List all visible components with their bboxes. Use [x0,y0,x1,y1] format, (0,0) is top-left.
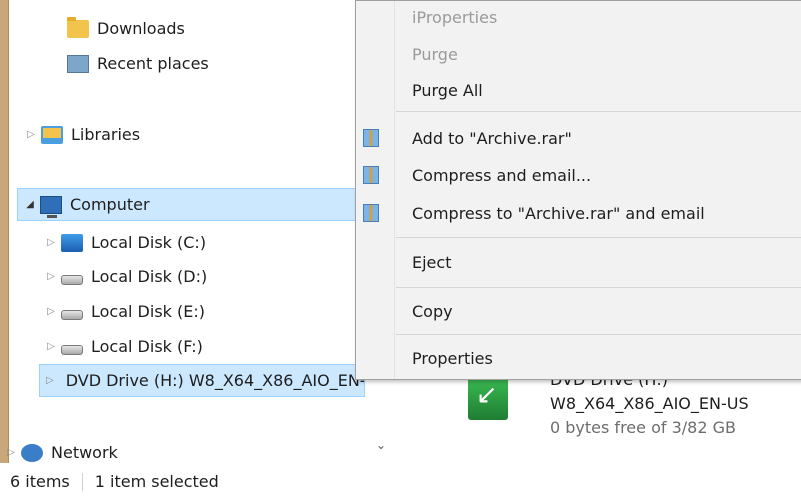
network-icon [21,443,43,462]
status-selection-count: 1 item selected [94,472,219,491]
menu-item-label: Compress to "Archive.rar" and email [412,203,705,223]
menu-separator [396,287,801,288]
context-menu: iProperties Purge Purge All Add to "Arch… [355,0,801,380]
hard-drive-icon [61,344,83,355]
menu-item-label: Purge All [412,80,483,100]
menu-item-purge[interactable]: Purge [412,38,458,70]
menu-separator [396,111,801,112]
nav-item-recent-places[interactable]: Recent places [67,47,209,80]
menu-item-iproperties[interactable]: iProperties [412,1,497,33]
hard-drive-icon [61,309,83,320]
menu-item-label: Add to "Archive.rar" [412,128,572,148]
menu-item-properties[interactable]: Properties [412,342,493,374]
nav-item-label: Libraries [71,125,141,144]
expand-chevron-icon[interactable]: ▷ [45,341,57,352]
expand-chevron-icon[interactable]: ▷ [45,237,57,248]
menu-item-label: Properties [412,348,493,368]
windows-drive-icon [61,233,83,252]
nav-item-local-disk-f[interactable]: ▷ Local Disk (F:) [45,330,203,363]
nav-item-label: Local Disk (C:) [91,233,207,252]
scroll-down-arrow-icon[interactable]: ⌄ [376,438,386,452]
menu-item-label: Purge [412,44,458,64]
computer-icon [40,195,62,218]
winrar-archive-icon [363,129,379,147]
nav-item-label: Network [51,443,118,462]
nav-item-label: Downloads [97,19,185,38]
menu-separator [396,237,801,238]
expand-chevron-icon[interactable]: ▷ [25,129,37,140]
nav-item-label: Recent places [97,54,209,73]
nav-item-label: Local Disk (F:) [91,337,203,356]
menu-item-label: iProperties [412,7,498,27]
status-divider [81,472,83,491]
nav-item-downloads[interactable]: Downloads [67,12,185,45]
status-item-count: 6 items [10,472,70,491]
nav-item-computer[interactable]: ◢ Computer [17,188,365,221]
tile-free-space: 0 bytes free of 3/82 GB [550,418,736,437]
menu-item-label: Eject [412,252,452,272]
window-edge [0,0,9,463]
winrar-archive-icon [363,166,379,184]
expand-chevron-icon[interactable]: ▷ [5,447,17,458]
winrar-archive-icon [363,204,379,222]
hard-drive-icon [61,274,83,285]
menu-item-purge-all[interactable]: Purge All [412,74,483,106]
nav-item-local-disk-c[interactable]: ▷ Local Disk (C:) [45,226,206,259]
menu-item-compress-and-email[interactable]: Compress and email... [412,159,591,191]
menu-item-compress-to-archive-and-email[interactable]: Compress to "Archive.rar" and email [412,197,705,229]
menu-item-label: Copy [412,301,453,321]
nav-item-label: Local Disk (D:) [91,267,208,286]
nav-item-libraries[interactable]: ▷ Libraries [25,118,140,151]
dvd-drive-icon [468,376,508,420]
menu-item-eject[interactable]: Eject [412,246,451,278]
expand-chevron-icon[interactable]: ▷ [46,375,54,386]
menu-separator [396,334,801,335]
navigation-pane: Downloads Recent places ▷ Libraries ◢ Co… [7,0,399,463]
menu-item-label: Compress and email... [412,165,592,185]
status-bar: 6 items 1 item selected [0,463,801,500]
nav-item-label: DVD Drive (H:) W8_X64_X86_AIO_EN-US [65,371,365,390]
expand-chevron-icon[interactable]: ▷ [45,306,57,317]
menu-item-copy[interactable]: Copy [412,295,453,327]
nav-item-dvd-drive[interactable]: ▷ DVD Drive (H:) W8_X64_X86_AIO_EN-US [39,364,365,397]
downloads-folder-icon [67,16,89,38]
recent-places-icon [67,54,89,73]
tile-volume-label: W8_X64_X86_AIO_EN-US [550,394,749,413]
nav-item-local-disk-e[interactable]: ▷ Local Disk (E:) [45,295,205,328]
expand-chevron-icon[interactable]: ▷ [45,271,57,282]
menu-icon-gutter [394,1,395,379]
nav-item-label: Computer [70,195,150,214]
menu-item-add-to-archive[interactable]: Add to "Archive.rar" [412,122,572,154]
nav-item-label: Local Disk (E:) [91,302,205,321]
nav-item-local-disk-d[interactable]: ▷ Local Disk (D:) [45,260,207,293]
collapse-chevron-icon[interactable]: ◢ [24,199,36,210]
libraries-icon [41,125,63,144]
